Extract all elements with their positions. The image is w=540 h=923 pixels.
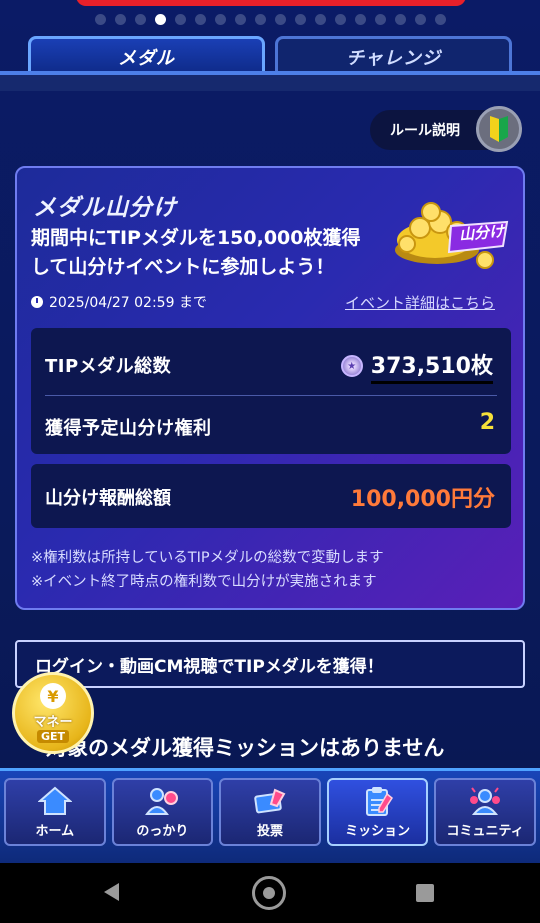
- deadline-text: 2025/04/27 02:59 まで: [49, 295, 207, 311]
- nav-nokkari-label: のっかり: [136, 823, 189, 839]
- medal-split-card: メダル山分け 期間中にTIPメダルを150,000枚獲得して山分けイベントに参加…: [15, 166, 525, 610]
- pager-dot[interactable]: [394, 14, 406, 25]
- entitlement-value: 2: [479, 410, 495, 435]
- pager-dot[interactable]: [134, 14, 146, 25]
- nav-nokkari[interactable]: のっかり: [111, 778, 214, 846]
- clipboard-icon: [361, 786, 395, 816]
- coins-image: 山分け: [385, 188, 515, 278]
- recent-apps-icon[interactable]: [416, 884, 434, 902]
- back-icon[interactable]: [104, 883, 119, 901]
- nav-community[interactable]: コミュニティ: [434, 778, 536, 846]
- bottom-nav: ホーム のっかり 投票 ミッション コミュニティ: [4, 778, 536, 848]
- nav-vote[interactable]: 投票: [219, 778, 321, 846]
- get-medal-banner[interactable]: ログイン・動画CM視聴でTIPメダルを獲得！: [15, 640, 525, 688]
- pager-dot[interactable]: [294, 14, 306, 25]
- nav-home[interactable]: ホーム: [4, 778, 106, 846]
- card-description: 期間中にTIPメダルを150,000枚獲得して山分けイベントに参加しよう！: [31, 227, 361, 278]
- deadline: 2025/04/27 02:59 まで: [31, 292, 207, 312]
- pager-dot[interactable]: [434, 14, 446, 25]
- rules-button[interactable]: ルール説明: [370, 106, 522, 152]
- pager-dot[interactable]: [354, 14, 366, 25]
- reward-value: 100,000円分: [350, 487, 495, 512]
- vote-ticket-icon: [253, 786, 287, 816]
- community-icon: [468, 786, 502, 816]
- money-label: マネー: [33, 715, 73, 730]
- pager-dot[interactable]: [334, 14, 346, 25]
- pager-dot[interactable]: [234, 14, 246, 25]
- pager-dot[interactable]: [154, 14, 166, 25]
- medal-total-value: 373,510枚: [370, 348, 493, 384]
- empty-missions-message: 対象のメダル獲得ミッションはありません: [46, 736, 445, 760]
- rules-label: ルール説明: [390, 123, 460, 139]
- reward-label: 山分け報酬総額: [45, 488, 171, 509]
- home-button-icon[interactable]: [252, 876, 286, 910]
- people-icon: [145, 786, 179, 816]
- card-title: メダル山分け: [33, 195, 177, 221]
- money-get-button[interactable]: ¥ マネー GET: [12, 672, 94, 754]
- entitlement-label: 獲得予定山分け権利: [45, 418, 212, 439]
- divider: [45, 395, 497, 396]
- tab-shade: [0, 75, 540, 91]
- nav-vote-label: 投票: [256, 823, 283, 839]
- pager-dot[interactable]: [254, 14, 266, 25]
- clock-icon: [31, 296, 43, 308]
- pager-dot[interactable]: [114, 14, 126, 25]
- tab-medal[interactable]: メダル: [28, 36, 265, 74]
- pager-dot[interactable]: [414, 14, 426, 25]
- money-get-label: GET: [36, 730, 70, 743]
- event-details-link[interactable]: イベント詳細はこちら: [345, 292, 495, 313]
- beginner-leaf-icon: [476, 106, 522, 152]
- pager-dot[interactable]: [94, 14, 106, 25]
- pager-dot[interactable]: [274, 14, 286, 25]
- nav-mission[interactable]: ミッション: [326, 778, 429, 846]
- reward-panel: 山分け報酬総額 100,000円分: [31, 464, 511, 528]
- pager-dot[interactable]: [174, 14, 186, 25]
- nav-home-label: ホーム: [35, 823, 75, 839]
- yen-coin-icon: ¥: [40, 683, 66, 709]
- pager-dots: [0, 14, 540, 25]
- tab-challenge[interactable]: チャレンジ: [275, 36, 512, 74]
- pager-dot[interactable]: [314, 14, 326, 25]
- nav-mission-label: ミッション: [345, 823, 411, 839]
- top-banner-edge[interactable]: [76, 0, 466, 6]
- pager-dot[interactable]: [194, 14, 206, 25]
- home-icon: [37, 786, 72, 816]
- medal-icon: ★: [340, 355, 363, 377]
- medal-stats-panel: TIPメダル総数 ★ 373,510枚 獲得予定山分け権利 2: [31, 328, 511, 454]
- pager-dot[interactable]: [214, 14, 226, 25]
- medal-total: ★ 373,510枚: [340, 348, 493, 384]
- note-2: ※イベント終了時点の権利数で山分けが実施されます: [31, 574, 377, 590]
- pager-dot[interactable]: [374, 14, 386, 25]
- tab-bar: メダル チャレンジ: [28, 36, 512, 74]
- note-1: ※権利数は所持しているTIPメダルの総数で変動します: [31, 550, 384, 566]
- medal-total-label: TIPメダル総数: [45, 356, 172, 377]
- nav-community-label: コミュニティ: [446, 823, 524, 839]
- coins-image-label: 山分け: [458, 222, 505, 244]
